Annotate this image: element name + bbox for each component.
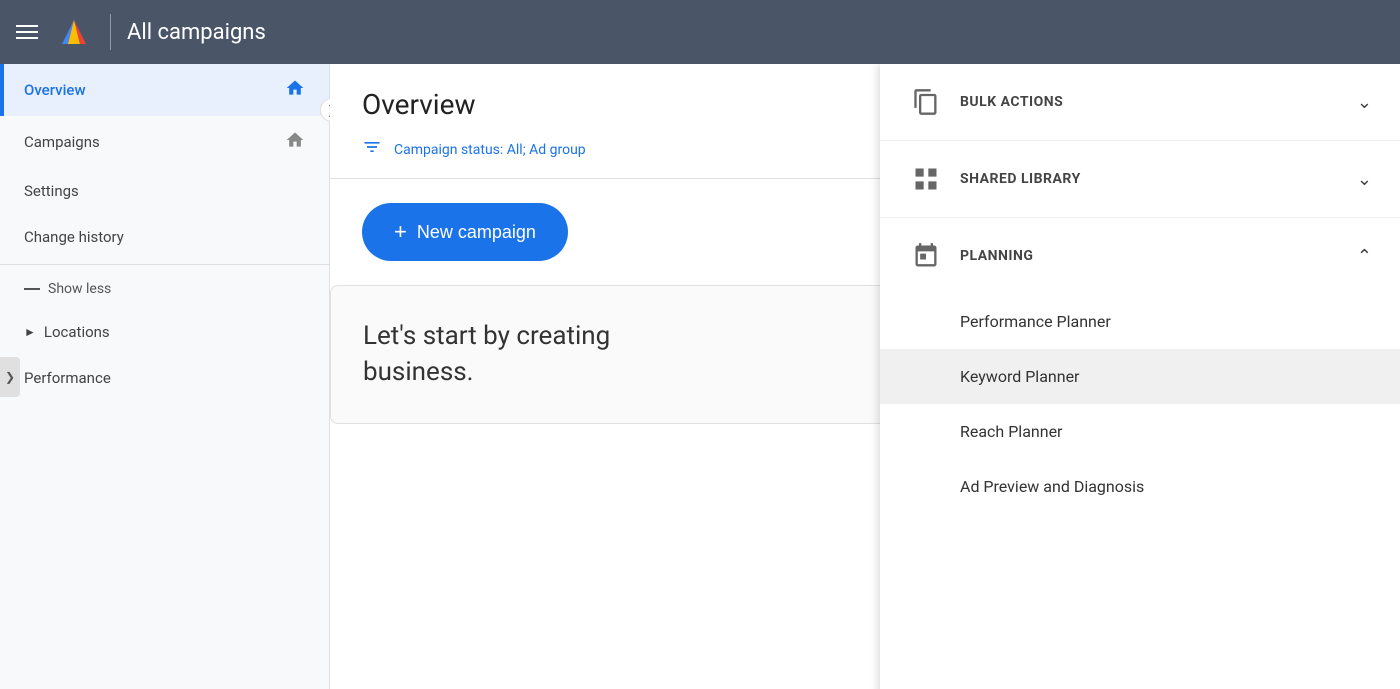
content-text-line1: Let's start by creating (363, 321, 610, 351)
sidebar-change-history-label: Change history (24, 228, 124, 246)
shared-library-chevron-icon: ⌄ (1357, 169, 1372, 190)
sidebar-item-locations[interactable]: ► Locations (0, 309, 329, 355)
expand-chevron-icon: ❯ (5, 370, 15, 384)
header-divider (110, 14, 111, 50)
sidebar-settings-label: Settings (24, 182, 79, 200)
ad-preview-item[interactable]: Ad Preview and Diagnosis (880, 459, 1400, 514)
main-layout: Overview Campaigns Settings Change histo… (0, 64, 1400, 689)
new-campaign-button[interactable]: + New campaign (362, 203, 568, 261)
performance-planner-label: Performance Planner (960, 312, 1111, 331)
content-text-line2: business. (363, 357, 474, 387)
sidebar-show-less-button[interactable]: Show less (0, 269, 329, 309)
sidebar-overview-label: Overview (24, 81, 86, 99)
plus-icon: + (394, 219, 407, 245)
bulk-actions-section[interactable]: BULK ACTIONS ⌄ (880, 64, 1400, 141)
google-ads-logo (54, 12, 94, 52)
locations-arrow-icon: ► (24, 325, 36, 339)
shared-library-icon (908, 161, 944, 197)
bulk-actions-chevron-icon: ⌄ (1357, 92, 1372, 113)
sidebar-item-performance[interactable]: Performance (0, 355, 329, 401)
sidebar-performance-label: Performance (24, 369, 111, 387)
reach-planner-label: Reach Planner (960, 422, 1062, 441)
sidebar-item-settings[interactable]: Settings (0, 168, 329, 214)
sidebar-item-overview[interactable]: Overview (0, 64, 329, 116)
sidebar: Overview Campaigns Settings Change histo… (0, 64, 330, 689)
home-icon (285, 78, 305, 102)
sidebar-show-less-label: Show less (48, 281, 111, 297)
ad-preview-label: Ad Preview and Diagnosis (960, 477, 1144, 496)
bulk-actions-icon (908, 84, 944, 120)
planning-section[interactable]: PLANNING ⌃ (880, 218, 1400, 294)
sidebar-expand-button[interactable]: ❯ (0, 357, 20, 397)
planning-dropdown: BULK ACTIONS ⌄ SHARED LIBRARY ⌄ (880, 64, 1400, 689)
reach-planner-item[interactable]: Reach Planner (880, 404, 1400, 459)
keyword-planner-label: Keyword Planner (960, 367, 1079, 386)
main-content-area: Overview Campaign status: All; Ad group … (330, 64, 1400, 689)
sidebar-divider (0, 264, 329, 265)
keyword-planner-item[interactable]: Keyword Planner (880, 349, 1400, 404)
bulk-actions-label: BULK ACTIONS (960, 94, 1357, 110)
shared-library-section[interactable]: SHARED LIBRARY ⌄ (880, 141, 1400, 218)
planning-icon (908, 238, 944, 274)
performance-planner-item[interactable]: Performance Planner (880, 294, 1400, 349)
page-title: All campaigns (127, 20, 266, 45)
sidebar-locations-label: Locations (44, 323, 110, 341)
filter-icon[interactable] (362, 137, 382, 162)
filter-text: Campaign status: All; Ad group (394, 142, 586, 158)
sidebar-item-campaigns[interactable]: Campaigns (0, 116, 329, 168)
show-less-dash-icon (24, 288, 40, 290)
planning-chevron-icon: ⌃ (1357, 246, 1372, 267)
sidebar-campaigns-label: Campaigns (24, 133, 100, 151)
shared-library-label: SHARED LIBRARY (960, 171, 1357, 187)
planning-label: PLANNING (960, 248, 1357, 264)
sidebar-item-change-history[interactable]: Change history (0, 214, 329, 260)
campaigns-home-icon (285, 130, 305, 154)
menu-button[interactable] (16, 25, 38, 39)
app-header: All campaigns (0, 0, 1400, 64)
new-campaign-label: New campaign (417, 222, 536, 243)
